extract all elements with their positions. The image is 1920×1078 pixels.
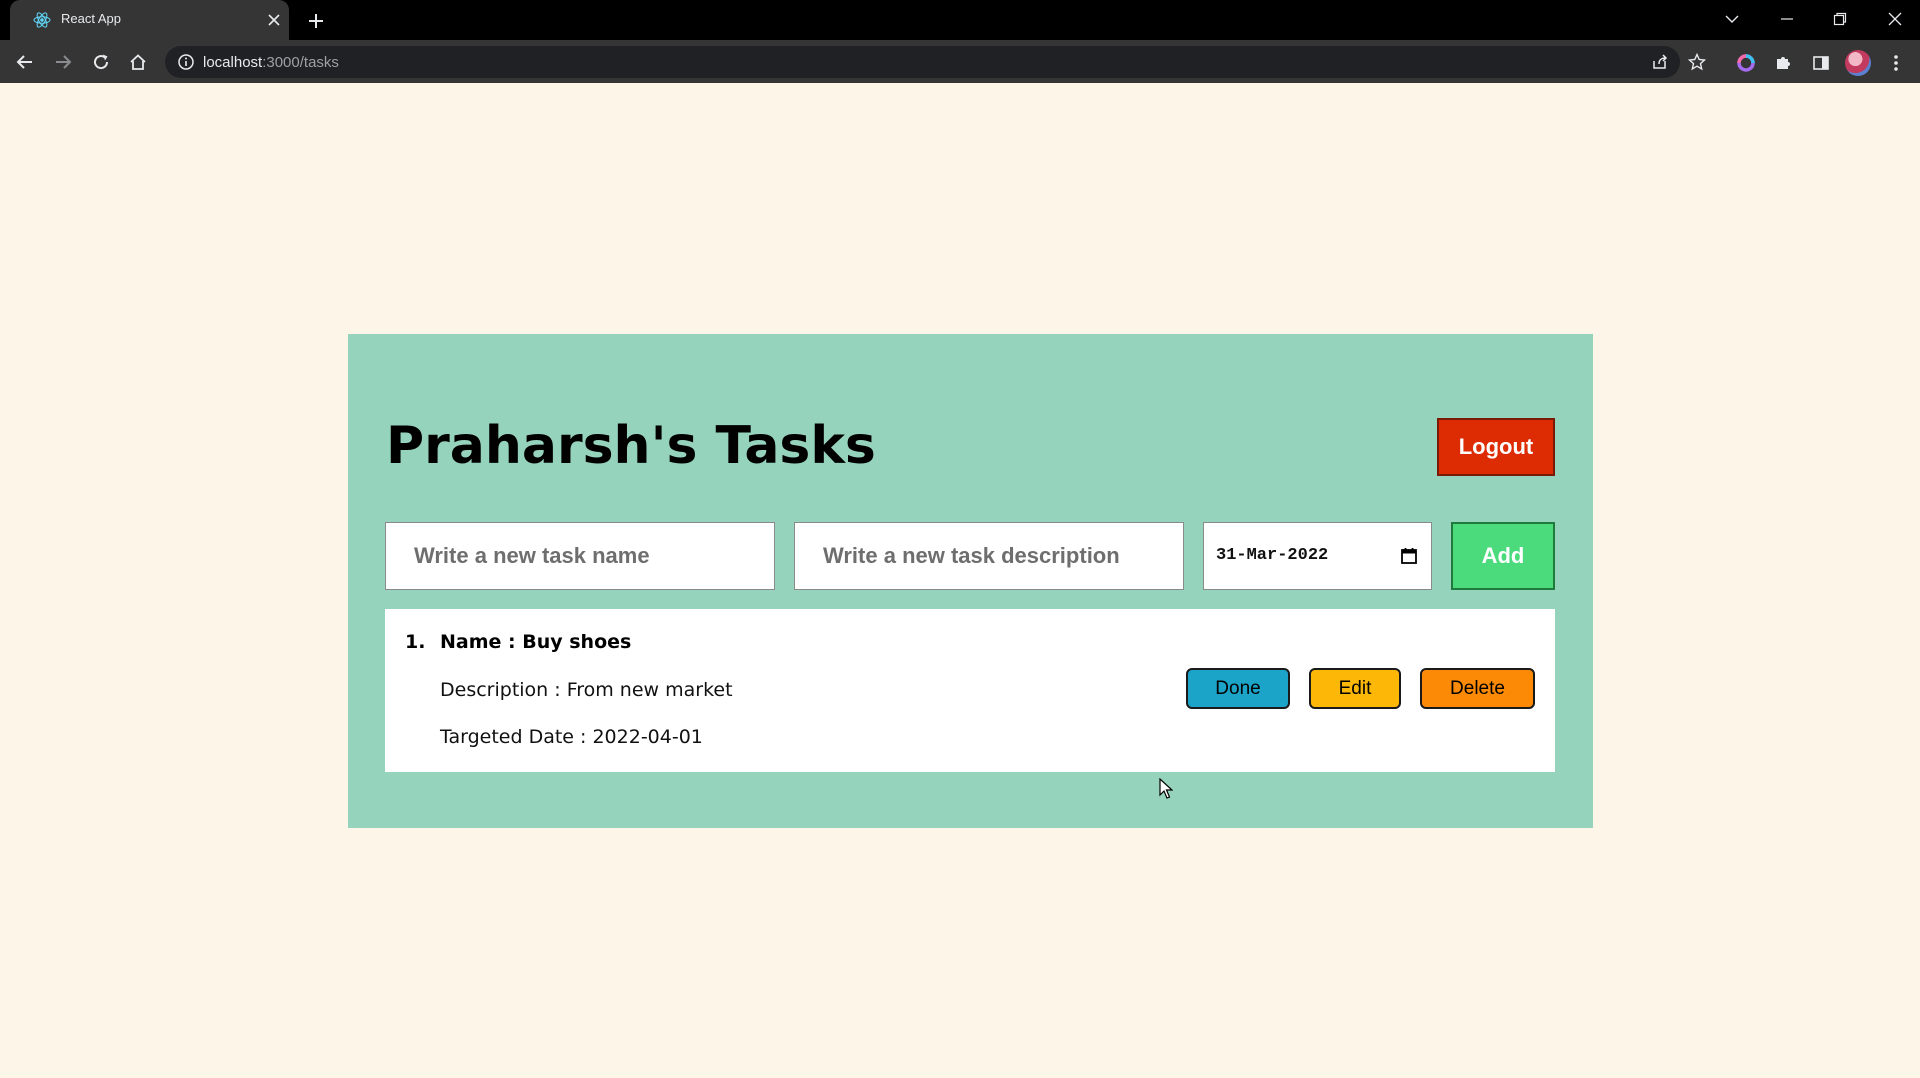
tab-title: React App	[61, 11, 121, 26]
close-icon[interactable]	[263, 9, 285, 31]
window-close-icon[interactable]	[1880, 6, 1910, 32]
page-title: Praharsh's Tasks	[386, 416, 876, 476]
date-value: 31-Mar-2022	[1216, 546, 1329, 565]
browser-tab[interactable]: React App	[10, 0, 289, 40]
task-number: 1.	[405, 631, 426, 653]
url-text[interactable]: localhost:3000/tasks	[203, 54, 339, 71]
side-panel-icon[interactable]	[1810, 52, 1832, 74]
restore-icon[interactable]	[1825, 6, 1855, 32]
star-icon[interactable]	[1687, 52, 1707, 72]
info-icon[interactable]	[177, 53, 195, 71]
arrow-left-icon[interactable]	[10, 47, 40, 77]
avatar[interactable]	[1845, 50, 1871, 76]
task-targeted-date: Targeted Date : 2022-04-01	[440, 726, 703, 748]
puzzle-icon[interactable]	[1772, 52, 1794, 74]
extension-ring-icon[interactable]	[1735, 52, 1757, 74]
url-host: localhost	[203, 54, 263, 71]
done-button[interactable]: Done	[1186, 668, 1290, 709]
address-bar[interactable]: localhost:3000/tasks	[165, 46, 1706, 78]
url-path: :3000/tasks	[262, 54, 339, 71]
arrow-right-icon[interactable]	[48, 47, 78, 77]
calendar-icon[interactable]	[1400, 547, 1418, 565]
kebab-menu-icon[interactable]	[1885, 52, 1907, 74]
task-name: Name : Buy shoes	[440, 631, 632, 653]
plus-icon[interactable]	[303, 8, 329, 34]
delete-button[interactable]: Delete	[1420, 668, 1535, 709]
task-description: Description : From new market	[440, 679, 733, 701]
tasks-card: Praharsh's Tasks Logout 31-Mar-2022 Add …	[348, 334, 1593, 828]
share-icon[interactable]	[1650, 52, 1670, 72]
target-date-input[interactable]: 31-Mar-2022	[1203, 522, 1432, 590]
task-list: 1. Name : Buy shoes Description : From n…	[385, 609, 1555, 772]
browser-titlebar: React App	[0, 0, 1920, 40]
edit-button[interactable]: Edit	[1309, 668, 1401, 709]
minimize-icon[interactable]	[1772, 6, 1802, 32]
task-name-input[interactable]	[385, 522, 775, 590]
react-icon	[33, 12, 51, 28]
logout-button[interactable]: Logout	[1437, 418, 1555, 476]
mouse-cursor-icon	[1159, 778, 1173, 799]
task-description-input[interactable]	[794, 522, 1184, 590]
reload-icon[interactable]	[86, 47, 116, 77]
tab-search-icon[interactable]	[1717, 6, 1747, 32]
add-task-button[interactable]: Add	[1451, 522, 1555, 590]
home-icon[interactable]	[123, 47, 153, 77]
browser-toolbar: localhost:3000/tasks	[0, 40, 1920, 83]
